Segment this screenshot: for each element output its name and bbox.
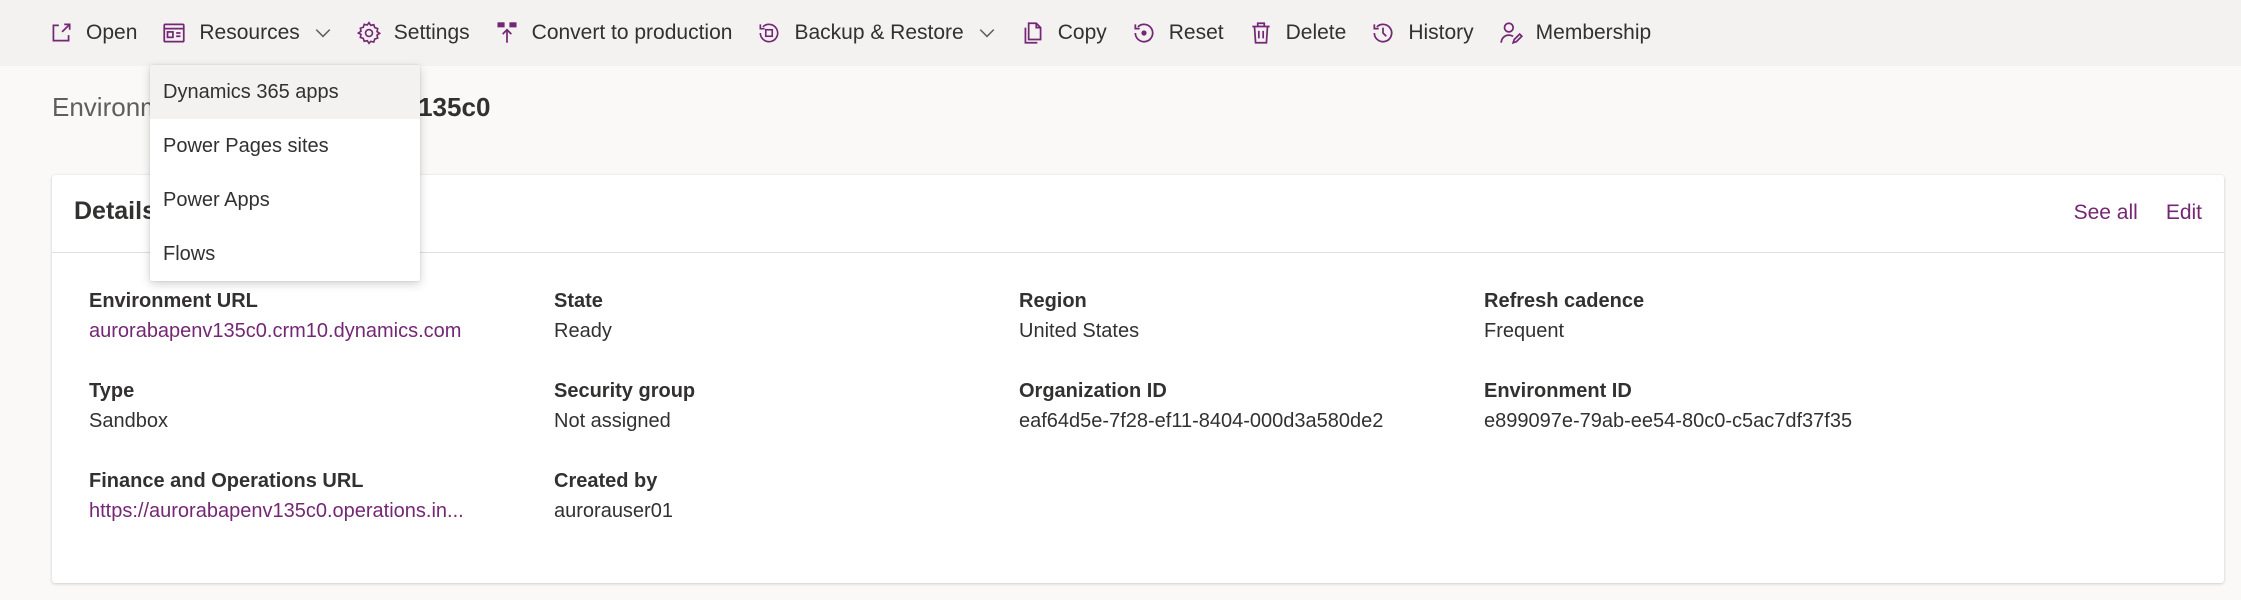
field-value: Not assigned [554, 410, 671, 432]
field-value: Ready [554, 320, 612, 342]
field-value: Sandbox [89, 410, 168, 432]
field-region: Region United States [1019, 288, 1459, 344]
trash-icon [1248, 20, 1274, 46]
delete-label: Delete [1285, 21, 1347, 44]
field-label: Organization ID [1019, 380, 1167, 402]
convert-to-production-button[interactable]: Convert to production [494, 0, 733, 66]
field-label: Region [1019, 290, 1087, 312]
field-environment-url: Environment URL aurorabapenv135c0.crm10.… [89, 288, 529, 344]
resources-icon [161, 20, 187, 46]
reset-icon [1131, 20, 1157, 46]
menu-item-dynamics-365-apps[interactable]: Dynamics 365 apps [150, 65, 420, 119]
gear-icon [356, 20, 382, 46]
backup-restore-button[interactable]: Backup & Restore [756, 0, 995, 66]
history-label: History [1408, 21, 1474, 44]
environment-url-link[interactable]: aurorabapenv135c0.crm10.dynamics.com [89, 318, 529, 344]
menu-item-power-pages-sites[interactable]: Power Pages sites [150, 119, 420, 173]
menu-item-power-apps[interactable]: Power Apps [150, 173, 420, 227]
open-external-icon [48, 20, 74, 46]
convert-icon [494, 20, 520, 46]
copy-label: Copy [1057, 21, 1107, 44]
resources-dropdown-menu: Dynamics 365 apps Power Pages sites Powe… [150, 65, 420, 281]
copy-button[interactable]: Copy [1020, 0, 1107, 66]
field-label: Type [89, 380, 135, 402]
membership-button[interactable]: Membership [1498, 0, 1652, 66]
resources-label: Resources [199, 21, 300, 44]
field-finance-operations-url: Finance and Operations URL https://auror… [89, 468, 529, 524]
details-title: Details [74, 197, 156, 225]
field-label: Created by [554, 470, 658, 492]
see-all-link[interactable]: See all [2074, 201, 2138, 225]
reset-button[interactable]: Reset [1131, 0, 1224, 66]
field-label: State [554, 290, 603, 312]
field-organization-id: Organization ID eaf64d5e-7f28-ef11-8404-… [1019, 378, 1459, 434]
field-label: Finance and Operations URL [89, 470, 364, 492]
settings-label: Settings [393, 21, 470, 44]
backup-restore-label: Backup & Restore [794, 21, 964, 44]
command-bar: Open Resources Settings Convert to produ… [0, 0, 2241, 66]
field-value: eaf64d5e-7f28-ef11-8404-000d3a580de2 [1019, 410, 1384, 432]
field-value: aurorauser01 [554, 500, 673, 522]
field-label: Refresh cadence [1484, 290, 1645, 312]
resources-button[interactable]: Resources [161, 0, 331, 66]
open-button[interactable]: Open [48, 0, 137, 66]
field-state: State Ready [554, 288, 994, 344]
history-icon [1370, 20, 1396, 46]
field-label: Security group [554, 380, 696, 402]
backup-restore-icon [756, 20, 782, 46]
details-actions: See all Edit [2074, 201, 2202, 225]
chevron-down-icon [314, 24, 332, 42]
settings-button[interactable]: Settings [356, 0, 470, 66]
field-security-group: Security group Not assigned [554, 378, 994, 434]
menu-item-flows[interactable]: Flows [150, 227, 420, 281]
chevron-down-icon [978, 24, 996, 42]
field-label: Environment URL [89, 290, 258, 312]
convert-to-production-label: Convert to production [531, 21, 733, 44]
field-value: e899097e-79ab-ee54-80c0-c5ac7df37f35 [1484, 410, 1853, 432]
field-value: United States [1019, 320, 1140, 342]
field-label: Environment ID [1484, 380, 1632, 402]
reset-label: Reset [1168, 21, 1224, 44]
copy-icon [1020, 20, 1046, 46]
field-type: Type Sandbox [89, 378, 529, 434]
membership-icon [1498, 20, 1524, 46]
history-button[interactable]: History [1370, 0, 1474, 66]
finance-operations-url-link[interactable]: https://aurorabapenv135c0.operations.in.… [89, 498, 529, 524]
open-label: Open [86, 21, 138, 44]
field-environment-id: Environment ID e899097e-79ab-ee54-80c0-c… [1484, 378, 1924, 434]
field-refresh-cadence: Refresh cadence Frequent [1484, 288, 1924, 344]
field-created-by: Created by aurorauser01 [554, 468, 994, 524]
delete-button[interactable]: Delete [1248, 0, 1347, 66]
membership-label: Membership [1535, 21, 1652, 44]
field-value: Frequent [1484, 320, 1565, 342]
edit-link[interactable]: Edit [2166, 201, 2202, 225]
